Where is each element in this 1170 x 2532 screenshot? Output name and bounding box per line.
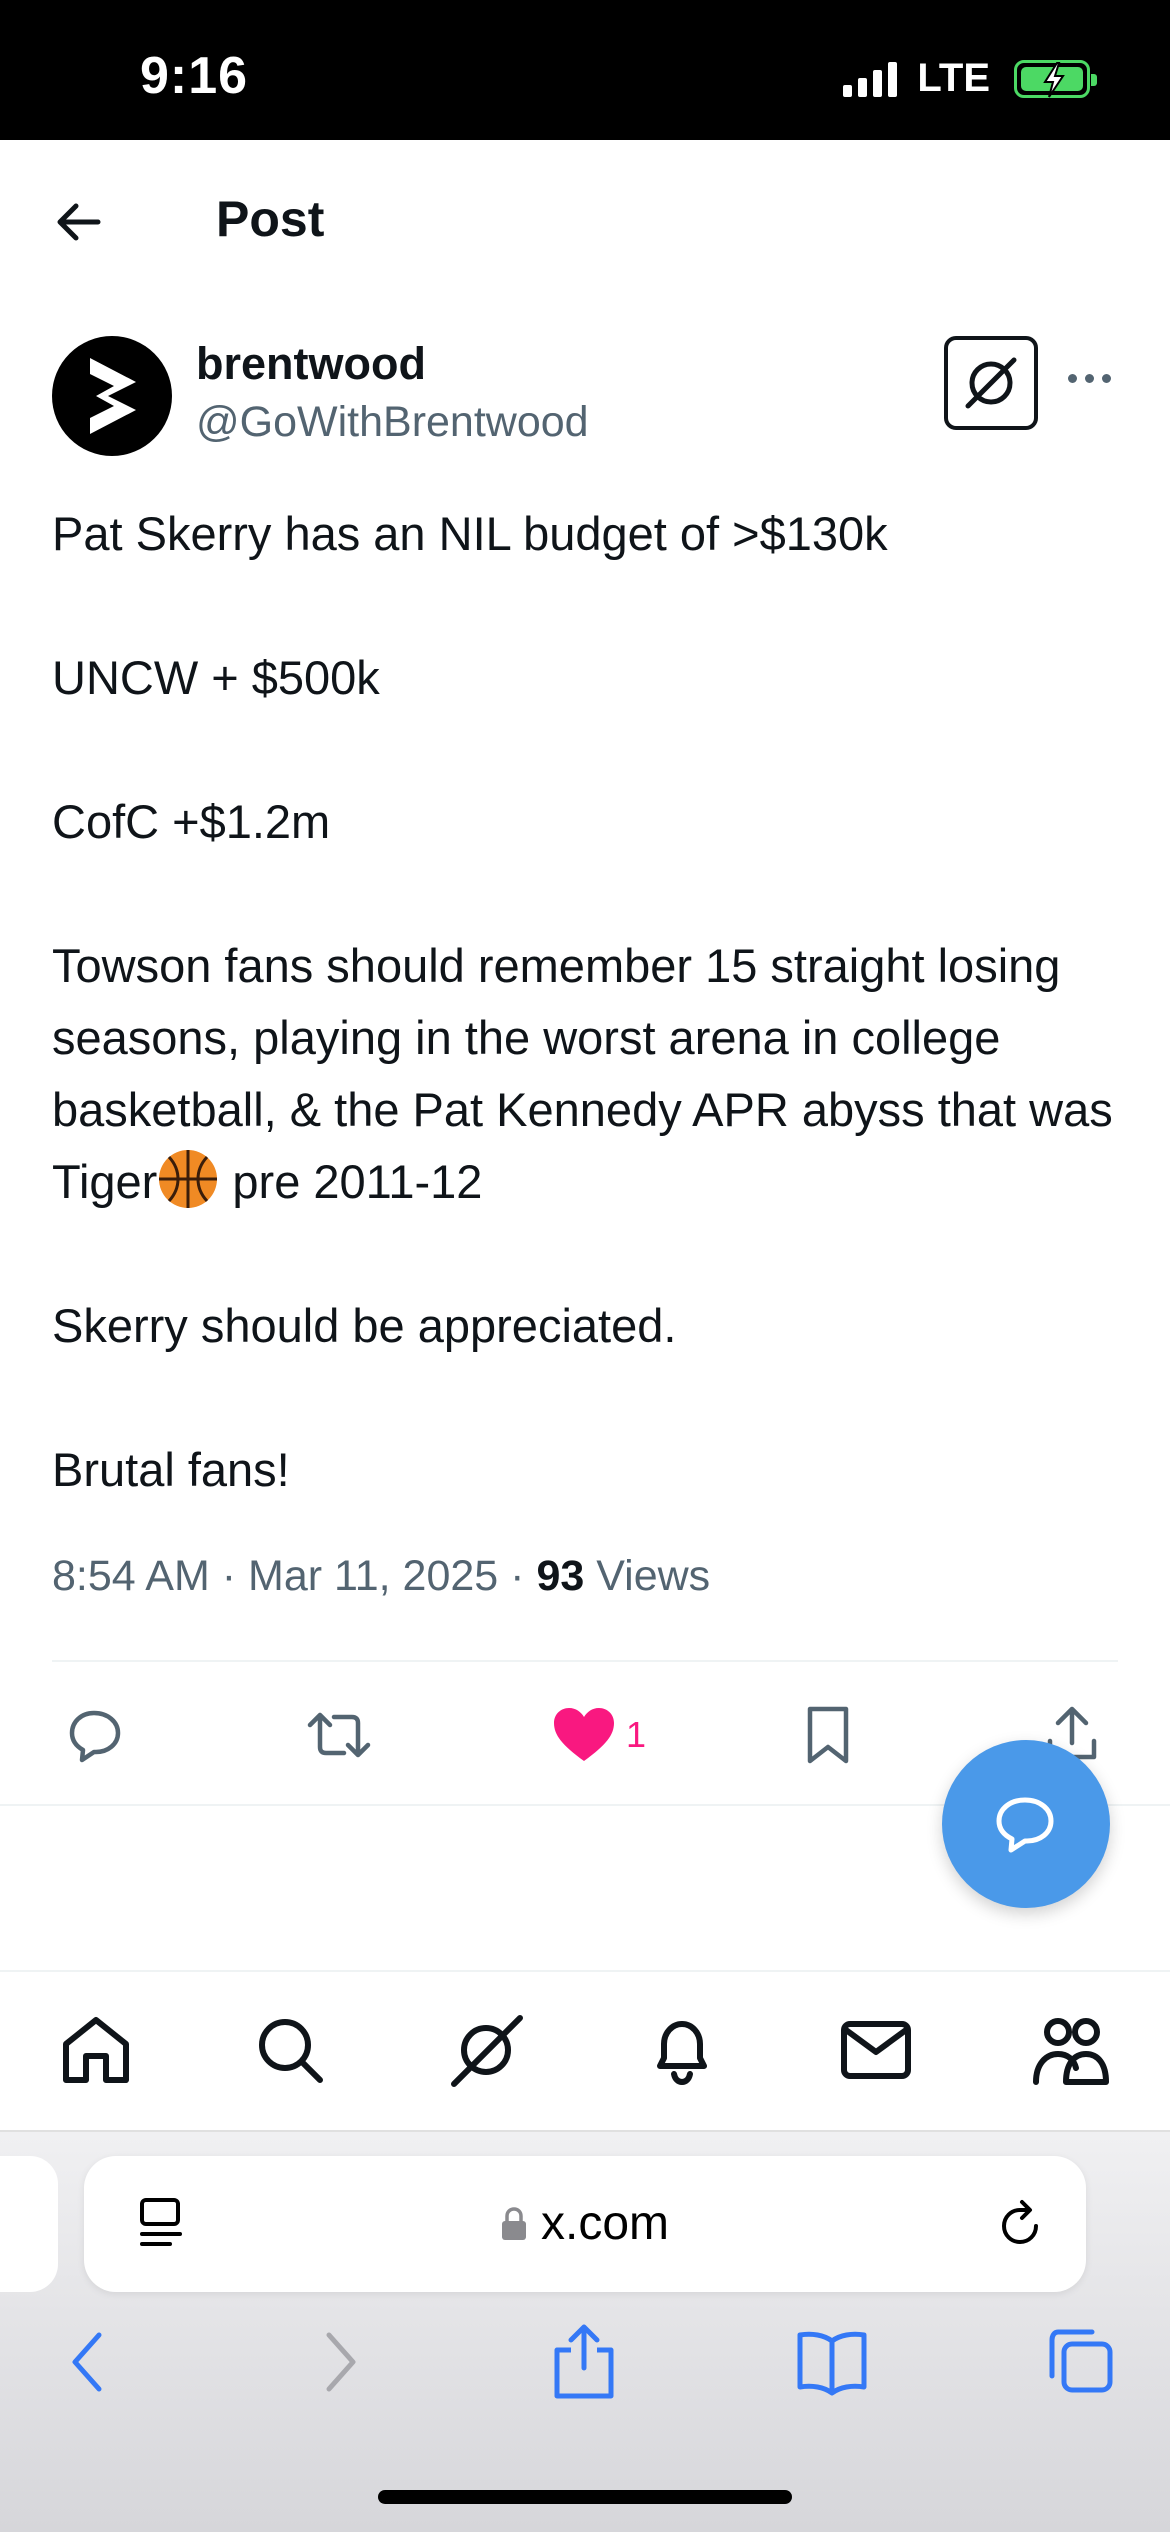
bookmark-icon (807, 1706, 849, 1764)
tab-communities[interactable] (1030, 2010, 1110, 2090)
book-icon (797, 2331, 867, 2396)
tabs-icon (1049, 2329, 1113, 2393)
more-options-icon[interactable] (1068, 374, 1111, 383)
like-count: 1 (626, 1714, 647, 1755)
author-name[interactable]: brentwood (196, 338, 426, 390)
views-count: 93 (536, 1552, 585, 1600)
browser-back-button[interactable] (48, 2322, 128, 2402)
signal-icon (843, 61, 898, 97)
bookmark-button[interactable] (796, 1700, 860, 1770)
like-button[interactable]: 1 (552, 1700, 646, 1770)
reply-button[interactable] (64, 1700, 128, 1770)
home-icon (63, 2017, 129, 2083)
repost-icon (307, 1712, 371, 1758)
tab-home[interactable] (56, 2010, 136, 2090)
chevron-left-icon (72, 2332, 102, 2392)
post-line: CofC +$1.2m (52, 795, 331, 848)
share-icon (554, 2324, 614, 2399)
network-label: LTE (917, 56, 990, 100)
search-icon (259, 2019, 323, 2083)
bottom-tab-bar (0, 1972, 1170, 2130)
author-handle[interactable]: @GoWithBrentwood (196, 398, 589, 447)
avatar[interactable] (52, 336, 172, 456)
browser-chrome: x.com (0, 2130, 1170, 2532)
divider (52, 1660, 1118, 1662)
url-text: x.com (540, 2197, 669, 2250)
post-header: Post (0, 140, 1170, 300)
post-line: Brutal fans! (52, 1443, 290, 1496)
previous-tab[interactable] (0, 2156, 58, 2292)
people-icon (1033, 2018, 1109, 2085)
basketball-emoji-icon (159, 1150, 218, 1208)
brentwood-logo-icon (90, 358, 136, 434)
post-date: Mar 11, 2025 (248, 1552, 499, 1600)
post-line: Pat Skerry has an NIL budget of >$130k (52, 507, 888, 560)
post-line: Skerry should be appreciated. (52, 1299, 677, 1352)
browser-forward-button[interactable] (300, 2322, 380, 2402)
post-line: Towson fans should remember 15 straight … (52, 939, 1125, 1208)
tabs-button[interactable] (1040, 2322, 1120, 2402)
heart-icon (554, 1708, 614, 1761)
tab-messages[interactable] (836, 2010, 916, 2090)
post-line: UNCW + $500k (52, 651, 380, 704)
reply-icon (69, 1710, 121, 1763)
reload-icon[interactable] (994, 2198, 1046, 2250)
address-bar[interactable]: x.com (84, 2156, 1086, 2292)
page-title: Post (216, 191, 325, 247)
back-arrow-icon[interactable] (52, 196, 104, 248)
grok-icon (451, 2015, 523, 2087)
post-time: 8:54 AM (52, 1552, 210, 1600)
views-label: Views (596, 1552, 711, 1600)
status-bar: 9:16 LTE (0, 0, 1170, 140)
grok-icon (965, 357, 1017, 409)
browser-share-button[interactable] (544, 2322, 624, 2402)
tab-grok[interactable] (446, 2010, 526, 2090)
bell-icon (657, 2021, 707, 2086)
repost-button[interactable] (304, 1700, 374, 1770)
reply-bubble-icon (996, 1797, 1054, 1853)
tab-search[interactable] (250, 2010, 330, 2090)
post-meta: 8:54 AM · Mar 11, 2025 · 93 Views (52, 1552, 711, 1600)
compose-reply-button[interactable] (942, 1740, 1110, 1908)
mail-icon (841, 2021, 911, 2079)
lock-icon (501, 2207, 526, 2240)
url-display: x.com (84, 2196, 1086, 2251)
chevron-right-icon (326, 2332, 356, 2392)
bookmarks-button[interactable] (792, 2322, 872, 2402)
status-time: 9:16 (140, 47, 249, 105)
status-indicators: LTE (843, 56, 1097, 101)
grok-button[interactable] (944, 336, 1038, 430)
post-text: Pat Skerry has an NIL budget of >$130k U… (52, 498, 1132, 1506)
tab-notifications[interactable] (642, 2010, 722, 2090)
battery-icon (1014, 59, 1097, 98)
home-indicator (378, 2490, 792, 2504)
